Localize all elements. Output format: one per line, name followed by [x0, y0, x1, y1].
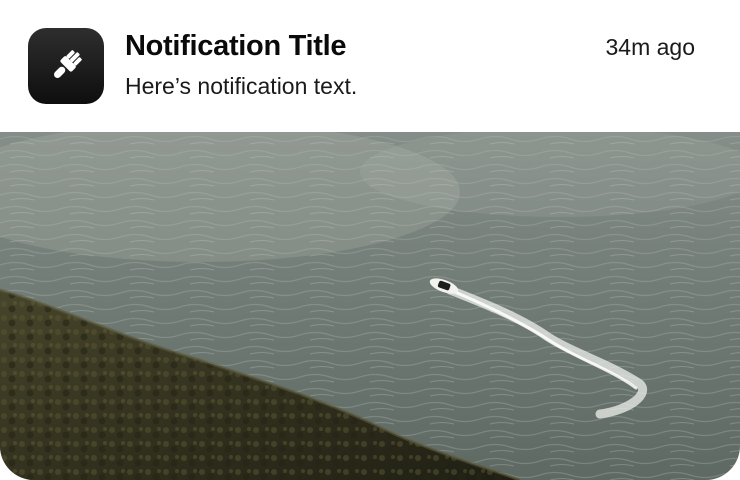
paintbrush-icon — [54, 50, 82, 78]
notification-card[interactable]: Notification Title Here’s notification t… — [0, 0, 740, 480]
notification-image[interactable] — [0, 132, 740, 480]
notification-timestamp: 34m ago — [605, 34, 695, 60]
notification-header: Notification Title Here’s notification t… — [0, 0, 740, 132]
notification-title: Notification Title — [125, 30, 347, 62]
notification-text: Here’s notification text. — [125, 73, 358, 99]
sea-photo — [0, 132, 740, 480]
app-icon — [28, 28, 104, 104]
